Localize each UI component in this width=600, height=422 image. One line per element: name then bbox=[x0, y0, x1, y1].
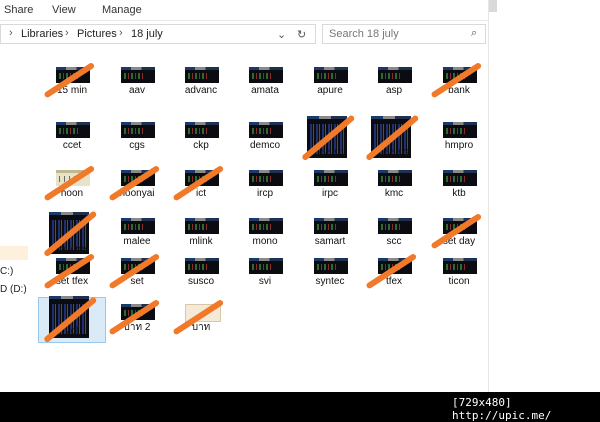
image-thumbnail-icon bbox=[314, 258, 348, 274]
file-item[interactable]: ticon bbox=[426, 254, 492, 316]
file-name: aav bbox=[128, 85, 146, 96]
right-edge bbox=[488, 0, 600, 392]
image-thumbnail-icon bbox=[443, 258, 477, 274]
image-thumbnail-icon bbox=[56, 122, 90, 138]
explorer-window: Share View Manage › Libraries › Pictures… bbox=[0, 0, 600, 392]
tab-share[interactable]: Share bbox=[4, 4, 33, 16]
breadcrumb-pictures[interactable]: Pictures bbox=[77, 28, 117, 40]
chevron-right-icon[interactable]: › bbox=[119, 27, 123, 39]
image-thumbnail-icon bbox=[443, 170, 477, 186]
search-placeholder: Search 18 july bbox=[329, 28, 399, 40]
file-name: ircp bbox=[256, 188, 274, 199]
file-name: irpc bbox=[321, 188, 339, 199]
image-thumbnail-icon bbox=[185, 67, 219, 83]
watermark-text: [729x480] http://upic.me/ bbox=[452, 396, 552, 422]
refresh-icon[interactable]: ↻ bbox=[297, 28, 306, 41]
image-thumbnail-icon bbox=[314, 67, 348, 83]
file-item[interactable]: advanc bbox=[168, 63, 234, 125]
file-item[interactable]: aav bbox=[104, 63, 170, 125]
image-thumbnail-icon bbox=[249, 218, 283, 234]
address-row: › Libraries › Pictures › 18 july ⌄ ↻ Sea… bbox=[0, 24, 488, 46]
image-thumbnail-icon bbox=[249, 67, 283, 83]
file-name: scc bbox=[386, 236, 402, 247]
file-name: svi bbox=[258, 276, 272, 287]
image-thumbnail-icon bbox=[378, 170, 412, 186]
chevron-right-icon[interactable]: › bbox=[9, 27, 13, 39]
file-name: advanc bbox=[184, 85, 218, 96]
image-thumbnail-icon bbox=[378, 67, 412, 83]
nav-item-drive-c[interactable]: C:) bbox=[0, 266, 13, 277]
file-name: hmpro bbox=[444, 140, 474, 151]
window-edge-button[interactable] bbox=[489, 0, 497, 12]
chevron-right-icon[interactable]: › bbox=[65, 27, 69, 39]
file-name: mono bbox=[252, 236, 278, 247]
file-name: kmc bbox=[384, 188, 404, 199]
address-bar[interactable]: › Libraries › Pictures › 18 july ⌄ ↻ bbox=[0, 24, 316, 44]
search-input[interactable]: Search 18 july ⌕ bbox=[322, 24, 486, 44]
file-name: ktb bbox=[452, 188, 466, 199]
file-name: ccet bbox=[62, 140, 82, 151]
breadcrumb-libraries[interactable]: Libraries bbox=[21, 28, 63, 40]
image-thumbnail-icon bbox=[249, 170, 283, 186]
file-name: ticon bbox=[448, 276, 470, 287]
tab-view[interactable]: View bbox=[52, 4, 76, 16]
file-name: ckp bbox=[193, 140, 209, 151]
image-thumbnail-icon bbox=[378, 218, 412, 234]
image-thumbnail-icon bbox=[314, 218, 348, 234]
chevron-down-icon[interactable]: ⌄ bbox=[277, 28, 286, 41]
file-name: demco bbox=[249, 140, 280, 151]
file-name: asp bbox=[385, 85, 403, 96]
file-item[interactable]: amata bbox=[232, 63, 298, 125]
image-thumbnail-icon bbox=[249, 258, 283, 274]
nav-selected-item[interactable] bbox=[0, 246, 28, 260]
image-thumbnail-icon bbox=[185, 258, 219, 274]
file-name: mlink bbox=[189, 236, 213, 247]
file-name: syntec bbox=[315, 276, 345, 287]
search-icon[interactable]: ⌕ bbox=[471, 27, 477, 40]
image-thumbnail-icon bbox=[185, 122, 219, 138]
file-name: cgs bbox=[129, 140, 145, 151]
tab-manage[interactable]: Manage bbox=[102, 4, 142, 16]
breadcrumb-current-folder[interactable]: 18 july bbox=[131, 28, 163, 40]
image-thumbnail-icon bbox=[249, 122, 283, 138]
ribbon: Share View Manage bbox=[0, 0, 488, 21]
file-name: apure bbox=[317, 85, 343, 96]
image-thumbnail-icon bbox=[185, 218, 219, 234]
file-item[interactable]: svi bbox=[232, 254, 298, 316]
image-thumbnail-icon bbox=[121, 122, 155, 138]
file-name: malee bbox=[123, 236, 151, 247]
navigation-pane: C:) D (D:) bbox=[0, 50, 30, 390]
image-thumbnail-icon bbox=[314, 170, 348, 186]
file-item[interactable]: syntec bbox=[297, 254, 363, 316]
image-thumbnail-icon bbox=[121, 67, 155, 83]
file-name: samart bbox=[314, 236, 346, 247]
file-name: amata bbox=[251, 85, 279, 96]
image-thumbnail-icon bbox=[443, 122, 477, 138]
image-thumbnail-icon bbox=[121, 218, 155, 234]
file-name: susco bbox=[187, 276, 215, 287]
nav-item-drive-d[interactable]: D (D:) bbox=[0, 284, 27, 295]
